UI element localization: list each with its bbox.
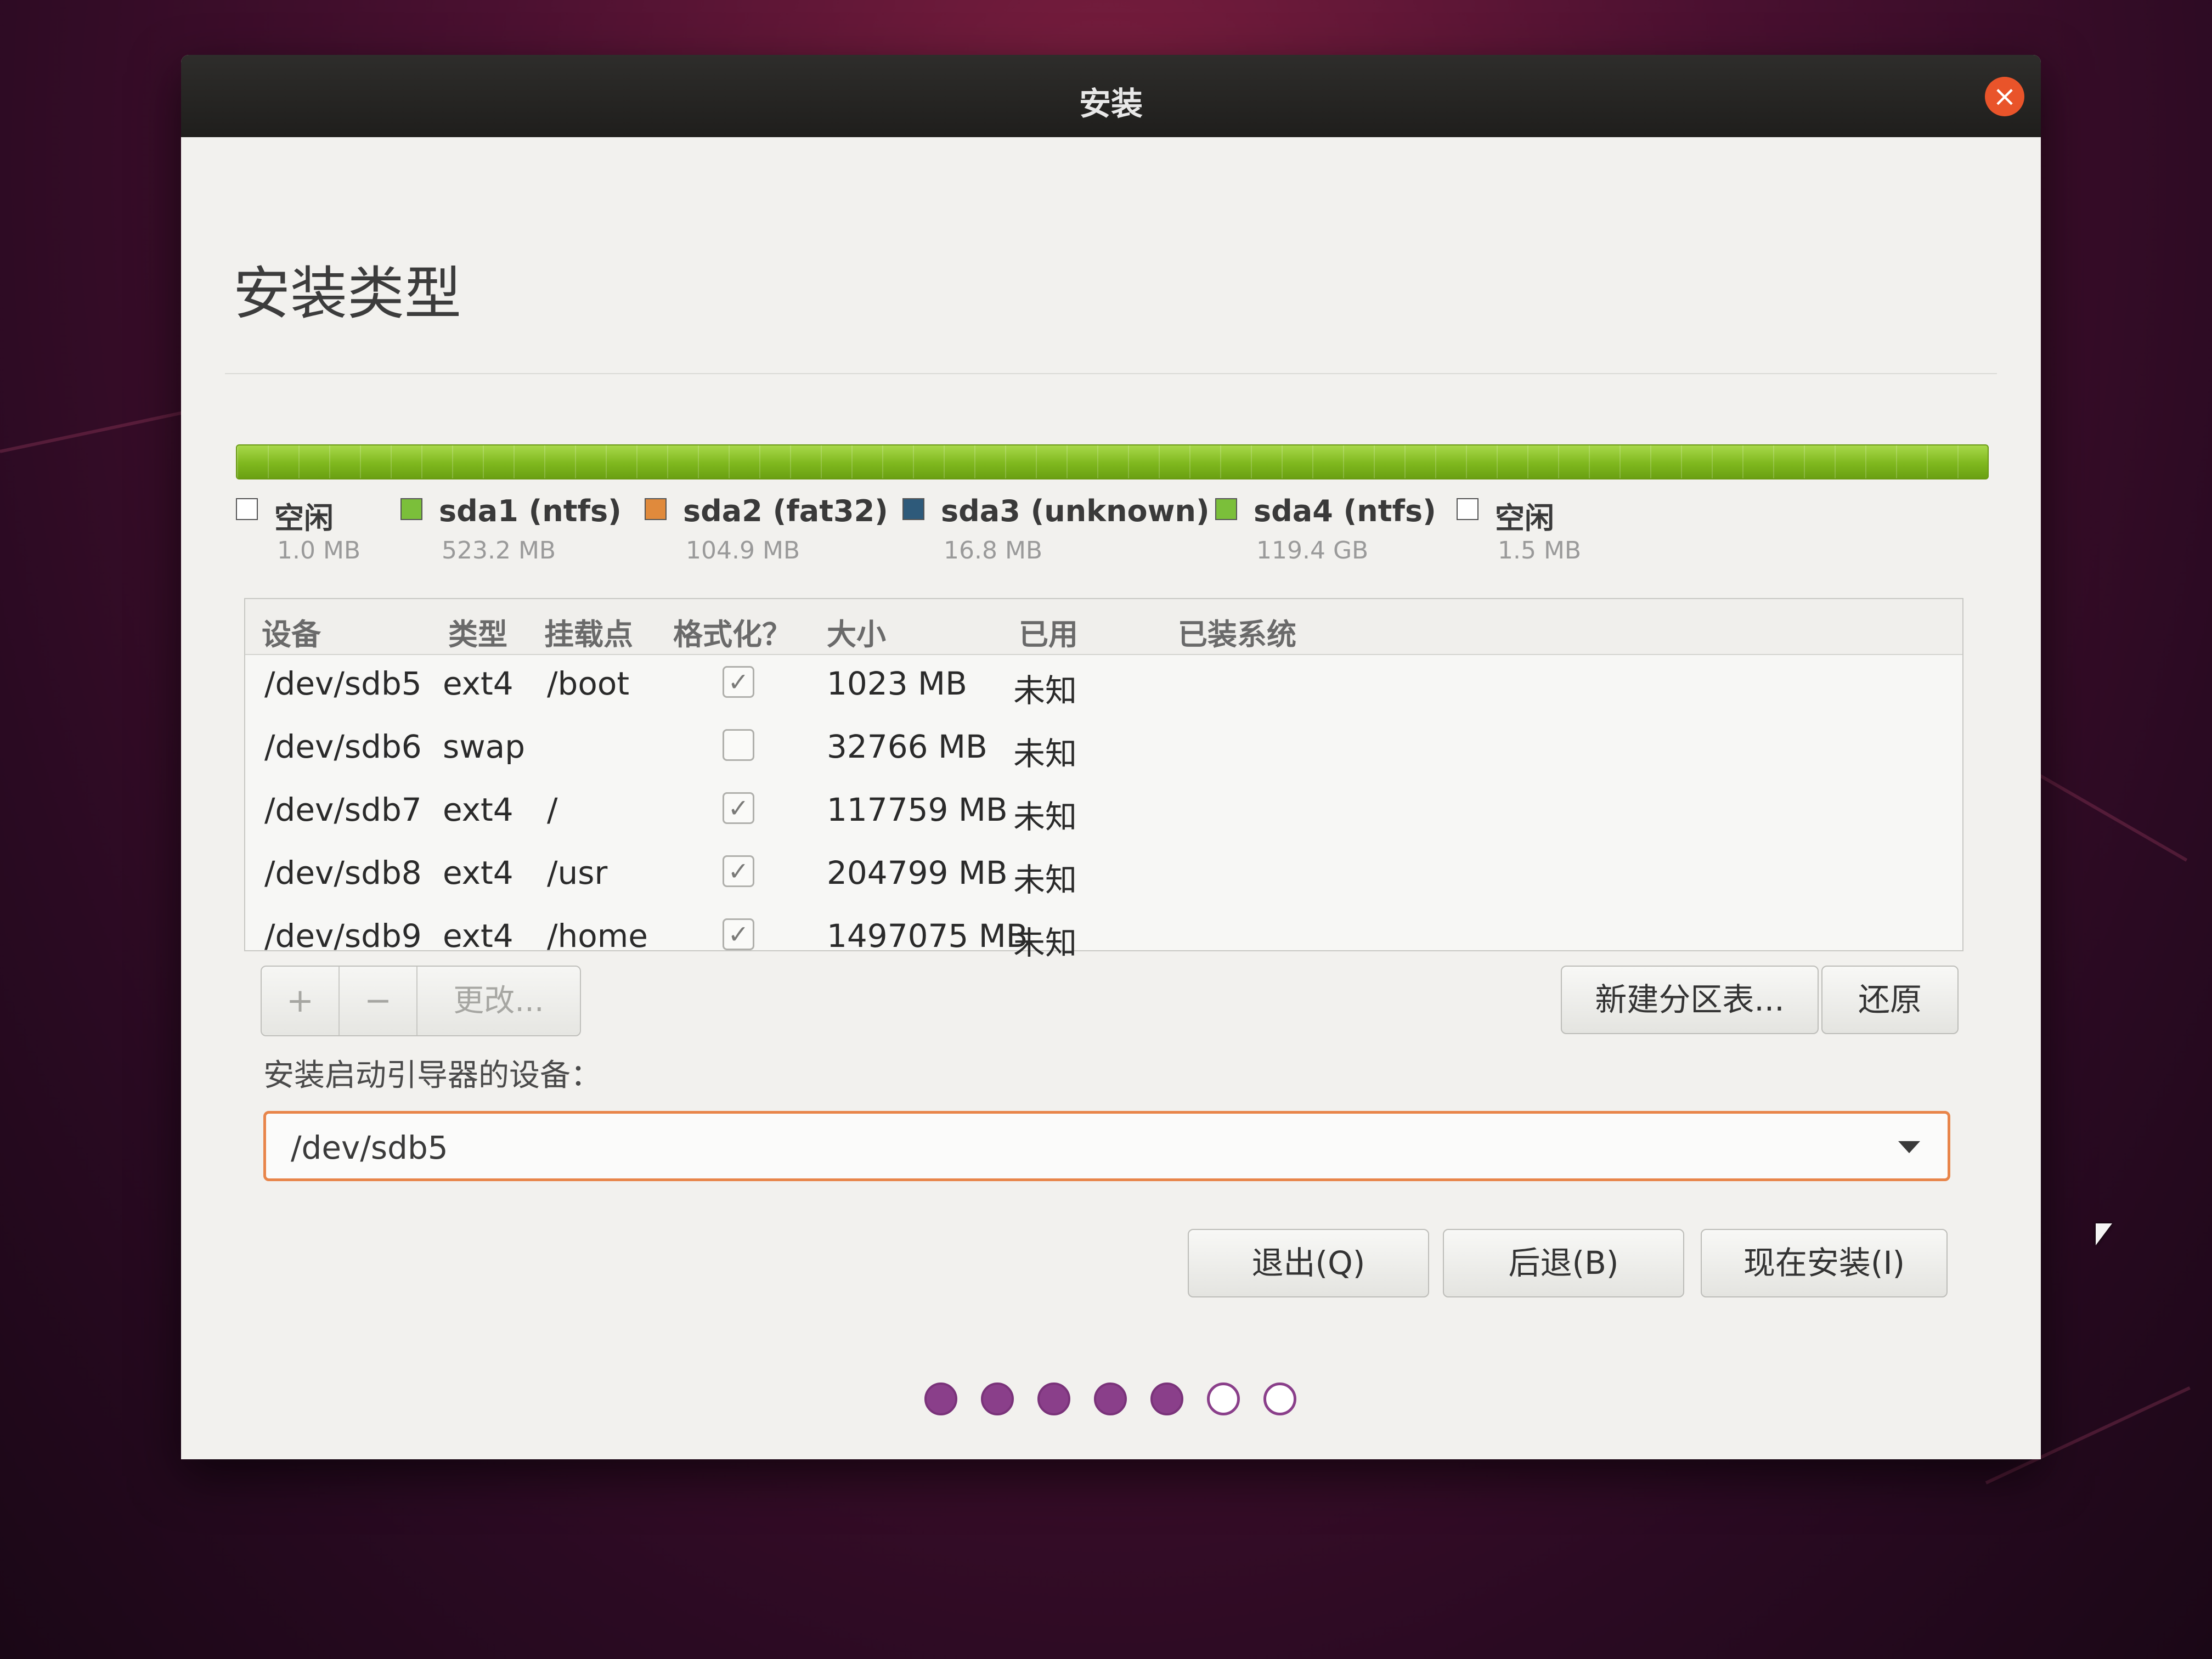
install-progress-dots [924,1383,1308,1421]
cell-type: swap [443,728,526,765]
quit-button[interactable]: 退出(Q) [1188,1229,1429,1297]
legend-size: 1.0 MB [277,537,361,565]
legend-swatch [1457,498,1479,520]
column-header-device[interactable]: 设备 [262,610,321,653]
legend-swatch [400,498,422,520]
cell-size: 1497075 MB [827,917,1028,955]
window-titlebar: 安装 × [181,55,2041,137]
cell-device: /dev/sdb8 [264,854,422,891]
cell-device: /dev/sdb9 [264,917,422,955]
table-row[interactable]: /dev/sdb6 swap 32766 MB 未知 [245,717,1962,780]
cell-used: 未知 [1013,924,1077,962]
legend-size: 523.2 MB [442,537,556,565]
legend-name: 空闲 [274,501,334,535]
legend-size: 1.5 MB [1498,537,1582,565]
window-content: 安装类型 空闲 1.0 MB sda1 (ntfs) 523.2 MB sda2… [181,137,2041,1459]
column-header-system[interactable]: 已装系统 [1178,610,1296,653]
disk-legend: 空闲 1.0 MB sda1 (ntfs) 523.2 MB sda2 (fat… [236,494,1989,587]
partition-table: 设备 类型 挂载点 格式化？ 大小 已用 已装系统 /dev/sdb5 ext4… [244,598,1963,962]
progress-dot-complete [1094,1383,1127,1415]
cell-device: /dev/sdb7 [264,791,422,828]
new-partition-table-button[interactable]: 新建分区表... [1561,966,1819,1034]
cell-type: ext4 [443,917,514,955]
page-title: 安装类型 [233,260,462,327]
progress-dot-complete [981,1383,1014,1415]
divider [225,373,1997,374]
cell-used: 未知 [1013,861,1077,899]
column-header-size[interactable]: 大小 [827,610,886,653]
legend-swatch [902,498,924,520]
cell-size: 32766 MB [827,728,988,765]
column-header-mount[interactable]: 挂载点 [544,610,633,653]
progress-dot-pending [1207,1383,1240,1415]
table-row[interactable]: /dev/sdb7 ext4 / ✓ 117759 MB 未知 [245,780,1962,843]
bootloader-device-select[interactable]: /dev/sdb5 [263,1111,1950,1181]
cell-used: 未知 [1013,798,1077,836]
progress-dot-complete [1037,1383,1070,1415]
column-header-format[interactable]: 格式化？ [673,610,792,653]
change-partition-button[interactable]: 更改... [417,967,580,1035]
column-header-used[interactable]: 已用 [1019,610,1078,653]
cell-size: 204799 MB [827,854,1008,891]
format-checkbox[interactable] [723,729,754,761]
format-checkbox[interactable]: ✓ [723,792,754,824]
cell-mount: /usr [547,854,608,891]
mouse-cursor-icon [2096,1223,2112,1245]
format-checkbox[interactable]: ✓ [723,918,754,950]
legend-name: sda3 (unknown) [941,494,1210,528]
window-title: 安装 [1079,85,1143,122]
add-partition-button[interactable]: + [262,967,340,1035]
cell-type: ext4 [443,665,514,702]
bootloader-device-label: 安装启动引导器的设备： [263,1058,601,1093]
remove-partition-button[interactable]: − [340,967,417,1035]
table-row[interactable]: /dev/sdb5 ext4 /boot ✓ 1023 MB 未知 [245,654,1962,717]
install-now-button[interactable]: 现在安装(I) [1701,1229,1948,1297]
cell-used: 未知 [1013,735,1077,772]
cell-size: 1023 MB [827,665,967,702]
column-header-type[interactable]: 类型 [448,610,507,653]
format-checkbox[interactable]: ✓ [723,666,754,698]
revert-button[interactable]: 还原 [1821,966,1959,1034]
cell-used: 未知 [1013,672,1077,709]
legend-swatch [645,498,667,520]
table-row[interactable]: /dev/sdb9 ext4 /home ✓ 1497075 MB 未知 [245,906,1962,969]
dropdown-arrow-icon [1898,1141,1920,1153]
cell-mount: /boot [547,665,630,702]
legend-size: 16.8 MB [944,537,1043,565]
legend-swatch [236,498,258,520]
cell-mount: / [547,791,558,828]
cell-device: /dev/sdb5 [264,665,422,702]
table-row[interactable]: /dev/sdb8 ext4 /usr ✓ 204799 MB 未知 [245,843,1962,906]
legend-name: sda1 (ntfs) [439,494,622,528]
bootloader-device-value: /dev/sdb5 [291,1129,448,1166]
table-header: 设备 类型 挂载点 格式化？ 大小 已用 已装系统 [245,599,1962,655]
legend-size: 119.4 GB [1256,537,1369,565]
desktop-decoration [2029,768,2188,862]
cell-type: ext4 [443,854,514,891]
cell-device: /dev/sdb6 [264,728,422,765]
progress-dot-pending [1263,1383,1296,1415]
progress-dot-complete [1150,1383,1183,1415]
installer-window: 安装 × 安装类型 空闲 1.0 MB sda1 (ntfs) 523.2 MB… [181,55,2041,1459]
cell-type: ext4 [443,791,514,828]
progress-dot-complete [924,1383,957,1415]
legend-name: sda2 (fat32) [683,494,888,528]
disk-usage-bar [236,444,1989,479]
close-icon[interactable]: × [1985,77,2024,116]
legend-size: 104.9 MB [686,537,800,565]
legend-swatch [1215,498,1237,520]
cell-size: 117759 MB [827,791,1008,828]
partition-tools: + − 更改... [261,966,581,1036]
legend-name: 空闲 [1495,501,1554,535]
legend-name: sda4 (ntfs) [1254,494,1436,528]
cell-mount: /home [547,917,648,955]
format-checkbox[interactable]: ✓ [723,855,754,887]
back-button[interactable]: 后退(B) [1443,1229,1684,1297]
